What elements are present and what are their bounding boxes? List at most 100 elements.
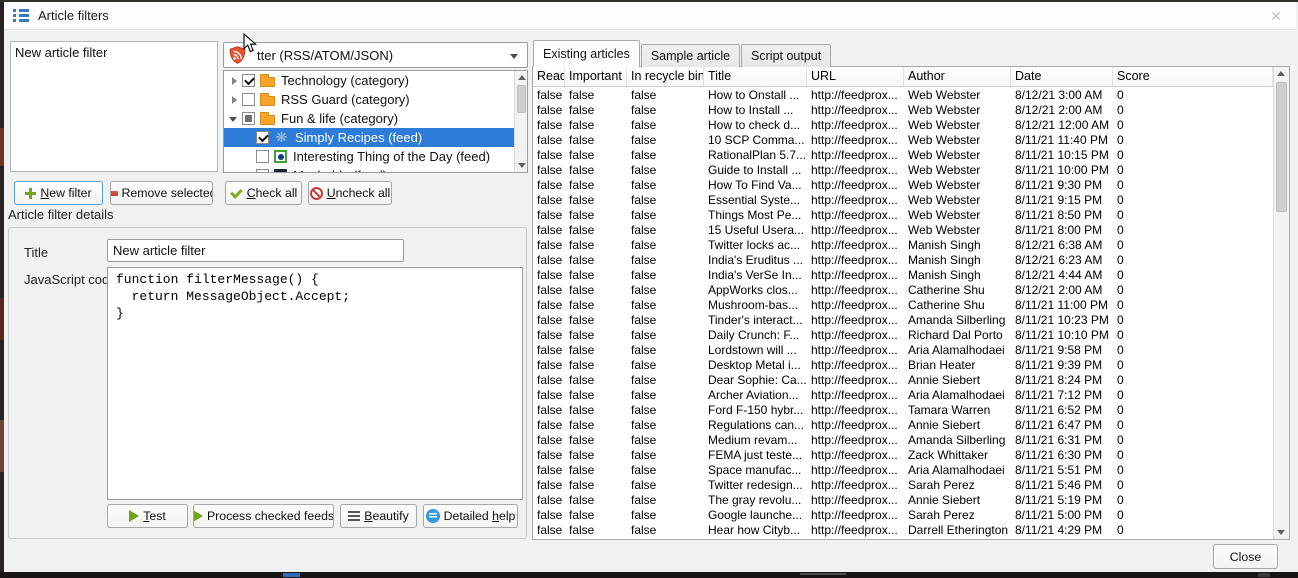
scroll-down-icon[interactable] [515,159,527,172]
article-row[interactable]: falsefalsefalse15 Useful Usera...http://… [533,223,1273,238]
column-header-read[interactable]: Read [533,67,565,86]
article-row[interactable]: falsefalsefalseRationalPlan 5.7...http:/… [533,148,1273,163]
article-cell: Manish Singh [904,238,1011,253]
feed-tree-item[interactable]: Interesting Thing of the Day (feed) [224,147,527,166]
tab-label: Sample article [651,49,730,63]
uncheck-all-button[interactable]: Uncheck all [308,181,392,205]
feed-tree-item[interactable]: Technology (category) [224,71,527,90]
article-row[interactable]: falsefalsefalseHear how Cityb...http://f… [533,523,1273,538]
feed-checkbox[interactable] [256,131,269,144]
tab-script-output[interactable]: Script output [741,44,831,67]
article-row[interactable]: falsefalsefalseFord F-150 hybr...http://… [533,403,1273,418]
article-row[interactable]: falsefalsefalseThe gray revolu...http://… [533,493,1273,508]
article-row[interactable]: falsefalsefalseSpace manufac...http://fe… [533,463,1273,478]
article-row[interactable]: falsefalsefalseHow to check d...http://f… [533,118,1273,133]
chevron-down-icon[interactable] [228,113,240,125]
remove-selected-button[interactable]: Remove selected [110,181,213,205]
article-row[interactable]: falsefalsefalseTinder's interact...http:… [533,313,1273,328]
article-cell: 8/11/21 8:24 PM [1011,373,1113,388]
article-row[interactable]: falsefalsefalseHow to Install ...http://… [533,103,1273,118]
article-row[interactable]: falsefalsefalseDear Sophie: Ca...http://… [533,373,1273,388]
article-cell: false [565,358,627,373]
feed-checkbox[interactable] [242,74,255,87]
article-cell: Tinder's interact... [704,313,807,328]
article-row[interactable]: falsefalsefalseFEMA just teste...http://… [533,448,1273,463]
article-row[interactable]: falsefalsefalseAppWorks clos...http://fe… [533,283,1273,298]
article-row[interactable]: falsefalsefalseGoogle launche...http://f… [533,508,1273,523]
article-row[interactable]: falsefalsefalseDaily Crunch: F...http://… [533,328,1273,343]
article-cell: 8/12/21 6:38 AM [1011,238,1113,253]
close-button[interactable]: Close [1213,544,1278,569]
close-label: Close [1230,550,1261,564]
article-row[interactable]: falsefalsefalseRegulations can...http://… [533,418,1273,433]
article-cell: false [565,163,627,178]
article-row[interactable]: falsefalsefalseIndia's VerSe In...http:/… [533,268,1273,283]
feed-tree-item[interactable]: Mashable (feed) [224,166,527,173]
article-cell: false [627,298,704,313]
feed-checkbox[interactable] [242,112,255,125]
window-close-icon[interactable]: ✕ [1270,8,1282,25]
scrollbar-thumb[interactable] [1276,82,1287,212]
scroll-up-icon[interactable] [1274,67,1289,80]
javascript-code-editor[interactable]: function filterMessage() { return Messag… [107,267,523,500]
column-header-important[interactable]: Important [565,67,627,86]
feed-checkbox[interactable] [256,150,269,163]
article-row[interactable]: falsefalsefalseHow To Find Va...http://f… [533,178,1273,193]
articles-table-scrollbar[interactable] [1273,67,1289,539]
tab-label: Existing articles [543,47,630,61]
tab-sample-article[interactable]: Sample article [641,44,740,67]
article-cell: Web Webster [904,178,1011,193]
article-cell: false [533,103,565,118]
scrollbar-thumb[interactable] [517,85,526,113]
feed-checkbox[interactable] [242,93,255,106]
article-row[interactable]: falsefalsefalseThings Most Pe...http://f… [533,208,1273,223]
article-row[interactable]: falsefalsefalseHow to Onstall ...http://… [533,88,1273,103]
column-header-score[interactable]: Score [1113,67,1273,86]
feed-tree-item[interactable]: Fun & life (category) [224,109,527,128]
articles-table[interactable]: falsefalsefalseHow to Onstall ...http://… [533,88,1273,539]
new-filter-button[interactable]: New filter [14,181,103,205]
feed-tree[interactable]: Technology (category)RSS Guard (category… [223,70,528,173]
article-row[interactable]: falsefalsefalseIndia's Eruditus ...http:… [533,253,1273,268]
account-dropdown[interactable]: tter (RSS/ATOM/JSON) [223,42,528,68]
article-cell: Desktop Metal i... [704,358,807,373]
article-row[interactable]: falsefalsefalseMushroom-bas...http://fee… [533,298,1273,313]
detailed-help-button[interactable]: Detailed help [423,504,518,528]
scroll-up-icon[interactable] [515,71,527,84]
filter-title-input[interactable] [107,239,404,262]
article-filters-list[interactable]: New article filter [10,41,218,172]
article-row[interactable]: falsefalsefalse10 SCP Comma...http://fee… [533,133,1273,148]
column-header-url[interactable]: URL [807,67,904,86]
scroll-down-icon[interactable] [1274,526,1289,539]
article-row[interactable]: falsefalsefalseArcher Aviation...http://… [533,388,1273,403]
chevron-right-icon[interactable] [228,75,240,87]
column-header-title[interactable]: Title [704,67,807,86]
column-header-in-recycle-bin[interactable]: In recycle bin [627,67,704,86]
process-checked-feeds-button[interactable]: Process checked feeds [193,504,334,528]
article-row[interactable]: falsefalsefalseTwitter locks ac...http:/… [533,238,1273,253]
beautify-button[interactable]: Beautify [340,504,417,528]
chevron-right-icon[interactable] [228,94,240,106]
check-all-button[interactable]: Check all [225,181,302,205]
article-cell: false [565,283,627,298]
article-cell: Web Webster [904,208,1011,223]
lines-icon [348,511,360,521]
article-cell: Annie Siebert [904,373,1011,388]
article-row[interactable]: falsefalsefalseEssential Syste...http://… [533,193,1273,208]
feed-checkbox[interactable] [256,169,269,173]
article-row[interactable]: falsefalsefalseTwitter redesign...http:/… [533,478,1273,493]
filter-list-item[interactable]: New article filter [11,42,217,62]
column-header-author[interactable]: Author [904,67,1011,86]
feed-tree-item[interactable]: Simply Recipes (feed) [224,128,527,147]
article-cell: 0 [1113,388,1273,403]
column-header-date[interactable]: Date [1011,67,1113,86]
article-cell: false [627,388,704,403]
article-row[interactable]: falsefalsefalseDesktop Metal i...http://… [533,358,1273,373]
tab-existing-articles[interactable]: Existing articles [533,40,640,67]
article-row[interactable]: falsefalsefalseLordstown will ...http://… [533,343,1273,358]
article-row[interactable]: falsefalsefalseGuide to Install ...http:… [533,163,1273,178]
feed-tree-scrollbar[interactable] [514,71,527,172]
test-button[interactable]: Test [107,504,188,528]
feed-tree-item[interactable]: RSS Guard (category) [224,90,527,109]
article-row[interactable]: falsefalsefalseMedium revam...http://fee… [533,433,1273,448]
